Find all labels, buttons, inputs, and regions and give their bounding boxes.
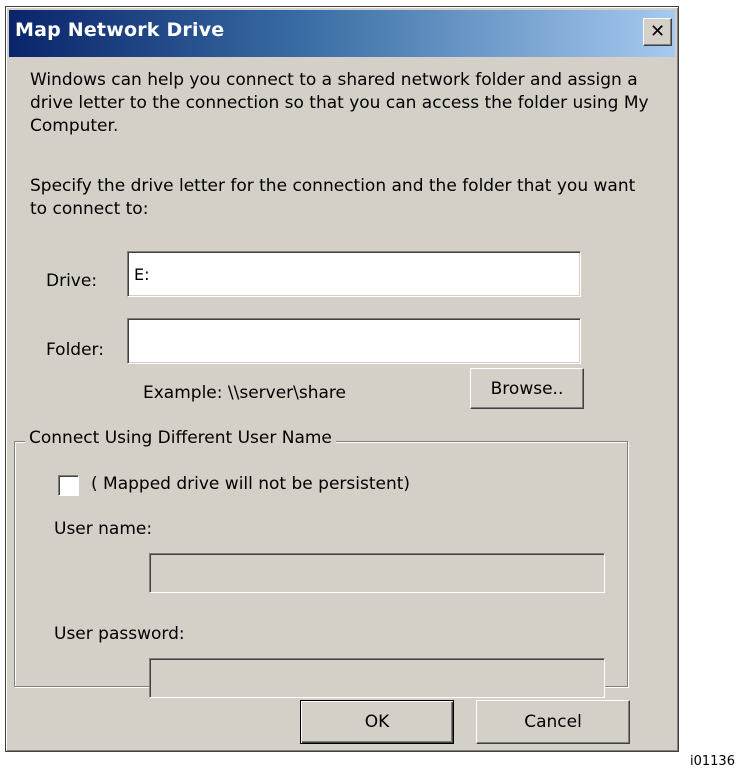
cancel-button[interactable]: Cancel [476,700,630,744]
credentials-group-title: Connect Using Different User Name [25,428,336,448]
browse-button[interactable]: Browse.. [470,368,584,409]
user-name-input[interactable] [149,553,605,593]
user-password-input[interactable] [149,658,605,698]
folder-input[interactable] [127,318,581,364]
close-button[interactable]: ✕ [643,18,672,46]
figure-id-label: i01136 [690,754,735,769]
instruction-paragraph: Specify the drive letter for the connect… [30,176,636,219]
intro-paragraph: Windows can help you connect to a shared… [30,70,649,136]
close-icon: ✕ [649,21,666,42]
folder-example-text: Example: \\server\share [143,383,347,403]
window-title: Map Network Drive [15,19,225,41]
drive-label: Drive: [46,271,98,291]
persistent-checkbox[interactable] [58,475,79,496]
folder-label: Folder: [46,340,104,360]
drive-input[interactable] [127,251,581,297]
user-name-label: User name: [54,519,153,539]
ok-button[interactable]: OK [300,700,454,744]
user-password-label: User password: [54,624,185,644]
title-bar[interactable]: Map Network Drive ✕ [9,10,675,57]
persistent-checkbox-label[interactable]: ( Mapped drive will not be persistent) [91,474,410,494]
